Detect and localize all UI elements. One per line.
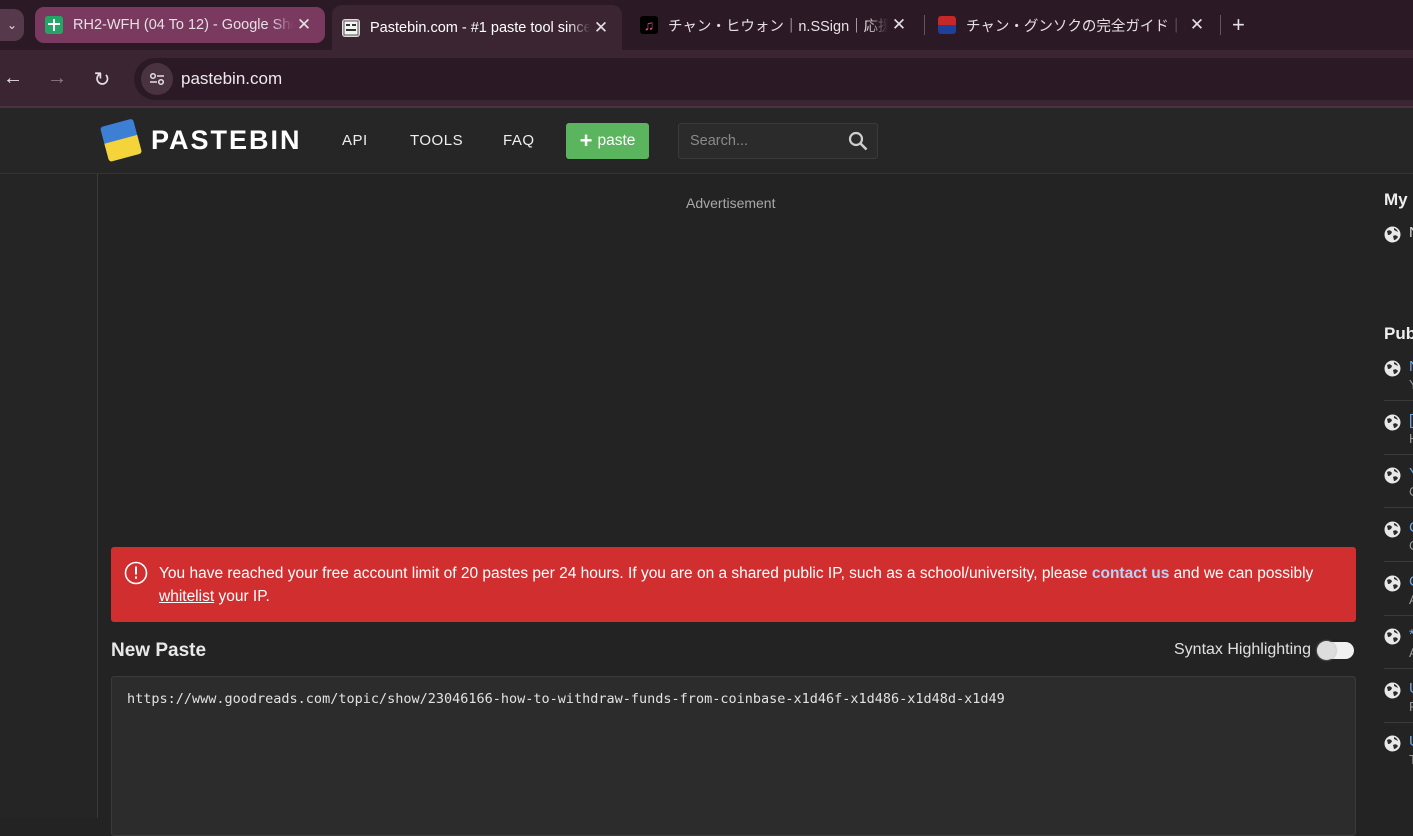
advertisement-label: Advertisement bbox=[686, 195, 776, 211]
site-settings-icon[interactable] bbox=[141, 63, 173, 95]
contact-us-link[interactable]: contact us bbox=[1092, 565, 1170, 582]
paste-limit-notice: You have reached your free account limit… bbox=[111, 547, 1356, 622]
public-paste-title[interactable]: U bbox=[1409, 733, 1413, 750]
tab-title: チャン・グンソクの完全ガイド｜出演作品 bbox=[966, 14, 1186, 36]
divider bbox=[1384, 615, 1413, 616]
tab-divider bbox=[924, 15, 925, 35]
syntax-highlighting-toggle[interactable] bbox=[1317, 641, 1354, 660]
public-paste-title[interactable]: N bbox=[1409, 358, 1413, 375]
search-input[interactable] bbox=[688, 132, 842, 150]
divider bbox=[1384, 400, 1413, 401]
paste-textarea[interactable]: https://www.goodreads.com/topic/show/230… bbox=[111, 676, 1356, 836]
new-paste-heading: New Paste bbox=[111, 640, 207, 661]
notice-text-middle: and we can possibly bbox=[1169, 565, 1314, 582]
sheets-icon bbox=[45, 16, 63, 34]
info-circle-icon bbox=[124, 561, 148, 592]
tab-title: Pastebin.com - #1 paste tool since 2002! bbox=[370, 19, 590, 36]
divider bbox=[1384, 668, 1413, 669]
browser-tab-bar: ⌄ RH2-WFH (04 To 12) - Google Sheets ✕ P… bbox=[0, 0, 1413, 50]
search-icon[interactable] bbox=[848, 131, 868, 156]
public-paste-meta: A bbox=[1409, 592, 1413, 607]
public-paste-item[interactable]: NY bbox=[1384, 358, 1413, 412]
public-paste-item[interactable]: CC bbox=[1384, 519, 1413, 573]
search-box bbox=[678, 123, 878, 159]
public-pastes-heading: Pub bbox=[1384, 324, 1413, 343]
music-note-icon: ♫ bbox=[640, 16, 658, 34]
public-paste-meta: C bbox=[1409, 538, 1413, 553]
tab-search-chevron-icon[interactable]: ⌄ bbox=[0, 9, 24, 41]
globe-icon bbox=[1384, 628, 1401, 650]
new-tab-plus-icon[interactable]: + bbox=[1232, 12, 1245, 38]
divider bbox=[1384, 454, 1413, 455]
globe-icon bbox=[1384, 414, 1401, 436]
toggle-knob bbox=[1317, 641, 1336, 660]
close-tab-icon[interactable]: ✕ bbox=[590, 18, 612, 38]
flag-icon bbox=[938, 16, 956, 34]
globe-icon bbox=[1384, 467, 1401, 489]
address-bar[interactable]: pastebin.com bbox=[134, 58, 1413, 100]
tab-divider bbox=[1220, 15, 1221, 35]
public-paste-item[interactable]: YC bbox=[1384, 465, 1413, 519]
nav-faq[interactable]: FAQ bbox=[503, 132, 535, 149]
public-paste-meta: Y bbox=[1409, 377, 1413, 392]
notice-text-before: You have reached your free account limit… bbox=[159, 565, 1092, 582]
reload-icon[interactable]: ↻ bbox=[90, 67, 114, 92]
notice-text-after: your IP. bbox=[214, 588, 270, 605]
browser-tab-nssign[interactable]: ♫ チャン・ヒウォン｜n.SSign｜応援投票 ✕ bbox=[630, 7, 920, 43]
close-tab-icon[interactable]: ✕ bbox=[1186, 15, 1208, 35]
browser-toolbar: ← → ↻ pastebin.com bbox=[0, 50, 1413, 108]
close-tab-icon[interactable]: ✕ bbox=[888, 15, 910, 35]
public-paste-meta: C bbox=[1409, 484, 1413, 499]
public-paste-item[interactable]: [H bbox=[1384, 412, 1413, 466]
paste-content: https://www.goodreads.com/topic/show/230… bbox=[127, 691, 1005, 707]
nav-api[interactable]: API bbox=[342, 132, 368, 149]
site-header: PASTEBIN API TOOLS FAQ + paste bbox=[0, 108, 1413, 174]
public-paste-meta: H bbox=[1409, 431, 1413, 446]
new-paste-button[interactable]: + paste bbox=[566, 123, 649, 159]
back-arrow-icon[interactable]: ← bbox=[1, 67, 25, 90]
public-paste-item[interactable]: *A bbox=[1384, 626, 1413, 680]
my-pastes-heading: My bbox=[1384, 190, 1408, 209]
pastebin-logo-icon[interactable] bbox=[98, 115, 146, 165]
plus-icon: + bbox=[579, 128, 593, 153]
globe-icon bbox=[1384, 521, 1401, 543]
public-paste-meta: T bbox=[1409, 752, 1413, 767]
globe-icon bbox=[1384, 575, 1401, 597]
public-paste-item[interactable]: CA bbox=[1384, 573, 1413, 627]
pastebin-icon bbox=[342, 18, 360, 37]
left-gutter bbox=[0, 174, 98, 818]
public-paste-title[interactable]: [ bbox=[1409, 412, 1413, 429]
url-text: pastebin.com bbox=[181, 69, 283, 88]
divider bbox=[1384, 722, 1413, 723]
tab-title: RH2-WFH (04 To 12) - Google Sheets bbox=[73, 17, 293, 33]
browser-tab-pastebin[interactable]: Pastebin.com - #1 paste tool since 2002!… bbox=[332, 5, 622, 50]
paste-button-label: paste bbox=[597, 132, 636, 149]
tab-title: チャン・ヒウォン｜n.SSign｜応援投票 bbox=[668, 14, 888, 36]
my-paste-title[interactable]: N bbox=[1409, 224, 1413, 241]
public-paste-title[interactable]: Y bbox=[1409, 465, 1413, 482]
browser-tab-sheets[interactable]: RH2-WFH (04 To 12) - Google Sheets ✕ bbox=[35, 7, 325, 43]
public-paste-title[interactable]: * bbox=[1409, 626, 1413, 643]
close-tab-icon[interactable]: ✕ bbox=[293, 15, 315, 35]
globe-icon bbox=[1384, 735, 1401, 757]
syntax-highlighting-label: Syntax Highlighting bbox=[1174, 641, 1311, 658]
public-paste-meta: F bbox=[1409, 699, 1413, 714]
globe-icon bbox=[1384, 360, 1401, 382]
divider bbox=[1384, 507, 1413, 508]
globe-icon bbox=[1384, 226, 1401, 248]
nav-tools[interactable]: TOOLS bbox=[410, 132, 463, 149]
public-paste-title[interactable]: U bbox=[1409, 680, 1413, 697]
public-paste-item[interactable]: UF bbox=[1384, 680, 1413, 734]
browser-tab-guide[interactable]: チャン・グンソクの完全ガイド｜出演作品 ✕ bbox=[928, 7, 1218, 43]
divider bbox=[1384, 561, 1413, 562]
globe-icon bbox=[1384, 682, 1401, 704]
site-logo-text[interactable]: PASTEBIN bbox=[151, 125, 302, 156]
forward-arrow-icon[interactable]: → bbox=[45, 67, 69, 90]
public-paste-meta: A bbox=[1409, 645, 1413, 660]
public-paste-title[interactable]: C bbox=[1409, 573, 1413, 590]
public-paste-title[interactable]: C bbox=[1409, 519, 1413, 536]
public-paste-item[interactable]: UT bbox=[1384, 733, 1413, 787]
whitelist-link[interactable]: whitelist bbox=[159, 588, 214, 605]
my-paste-item[interactable]: N bbox=[1384, 224, 1413, 278]
